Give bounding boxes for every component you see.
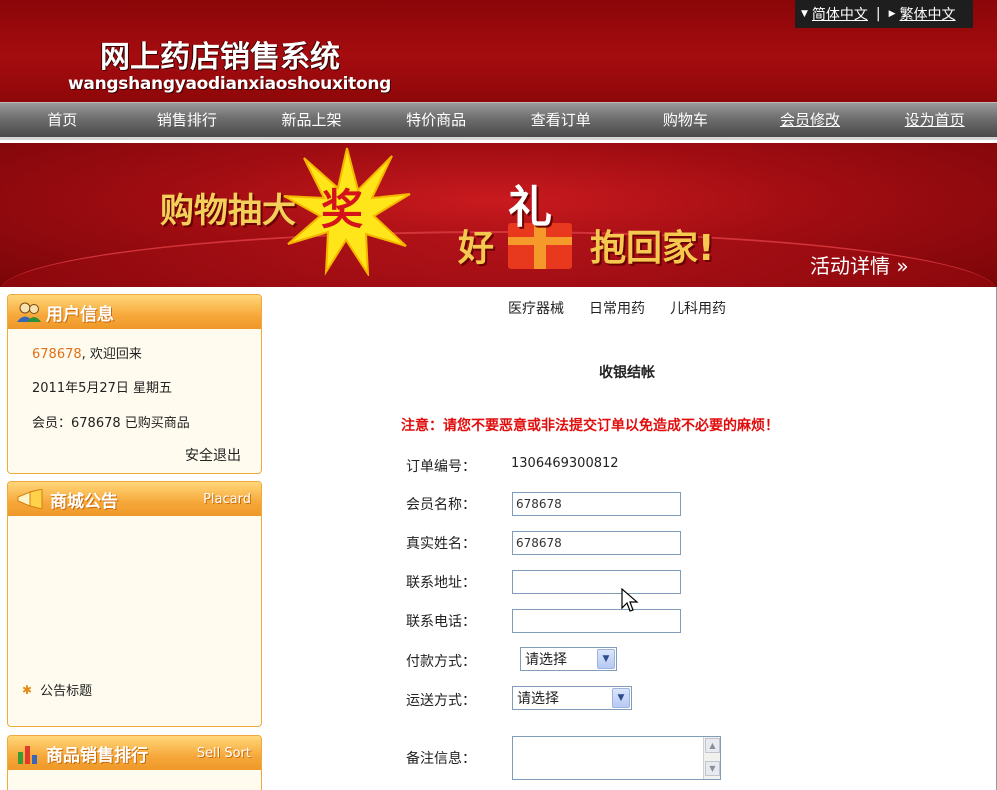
payment-label: 付款方式： — [406, 654, 476, 670]
shipping-select[interactable]: 请选择 ▼ — [512, 686, 632, 710]
banner-star-char: 奖 — [321, 185, 363, 234]
notice-item[interactable]: ✱ 公告标题 — [22, 680, 92, 700]
notice-title: 商城公告 — [50, 491, 118, 512]
scroll-down-icon[interactable]: ▼ — [705, 761, 720, 776]
category-links: 医疗器械 日常用药 儿科用药 — [508, 298, 726, 318]
date-line: 2011年5月27日 星期五 — [32, 381, 173, 396]
member-name-label: 会员名称： — [406, 497, 476, 513]
category-pediatric-medicine[interactable]: 儿科用药 — [670, 298, 726, 318]
payment-select-value: 请选择 — [525, 652, 567, 668]
language-separator: | — [875, 6, 881, 22]
site-title: 网上药店销售系统 — [100, 40, 340, 75]
shipping-select-value: 请选择 — [517, 691, 559, 707]
chevron-down-icon[interactable]: ▼ — [597, 649, 615, 669]
bar-chart-icon — [18, 746, 37, 764]
notice-subtitle: Placard — [203, 492, 251, 507]
payment-select[interactable]: 请选择 ▼ — [520, 647, 617, 671]
user-info-panel: 用户信息 678678, 欢迎回来 2011年5月27日 星期五 会员：6786… — [7, 294, 262, 474]
scroll-up-icon[interactable]: ▲ — [705, 738, 720, 753]
phone-input[interactable] — [512, 609, 681, 633]
shipping-label: 运送方式： — [406, 693, 476, 709]
remark-label: 备注信息： — [406, 751, 476, 767]
site-header: ▼ 简体中文 | ▶ 繁体中文 网上药店销售系统 wangshangyaodia… — [0, 0, 997, 102]
address-label: 联系地址： — [406, 575, 476, 591]
mouse-cursor-icon — [621, 588, 639, 612]
sales-rank-subtitle: Sell Sort — [196, 746, 251, 761]
burst-star-icon: 奖 — [283, 147, 411, 276]
banner-headline-1: 购物抽大 — [160, 191, 296, 231]
nav-member-edit[interactable]: 会员修改 — [748, 103, 873, 137]
remark-textarea[interactable]: ▲ ▼ — [512, 736, 721, 780]
site-pinyin: wangshangyaodianxiaoshouxitong — [68, 74, 392, 94]
order-no-value: 1306469300812 — [511, 456, 619, 471]
banner-gift-char: 礼 — [508, 182, 552, 233]
nav-set-homepage[interactable]: 设为首页 — [872, 103, 997, 137]
member-name-input[interactable] — [512, 492, 681, 516]
notice-header: 商城公告 Placard — [8, 482, 261, 516]
banner-detail-link[interactable]: 活动详情 » — [810, 250, 909, 279]
category-daily-medicine[interactable]: 日常用药 — [589, 298, 645, 318]
users-icon — [17, 302, 41, 322]
traditional-chinese-link[interactable]: 繁体中文 — [900, 4, 956, 24]
welcome-line: 678678, 欢迎回来 — [32, 343, 142, 362]
dropdown-triangle-icon: ▼ — [801, 9, 808, 19]
play-triangle-icon: ▶ — [888, 9, 896, 19]
sales-rank-title: 商品销售排行 — [46, 745, 148, 766]
remark-scrollbar[interactable]: ▲ ▼ — [703, 737, 720, 779]
main-nav: 首页 销售排行 新品上架 特价商品 查看订单 购物车 会员修改 设为首页 — [0, 102, 997, 140]
warning-notice: 注意：请您不要恶意或非法提交订单以免造成不必要的麻烦！ — [401, 418, 779, 434]
nav-sales-ranking[interactable]: 销售排行 — [125, 103, 250, 137]
user-info-title: 用户信息 — [46, 304, 114, 325]
phone-label: 联系电话： — [406, 614, 476, 630]
nav-new-products[interactable]: 新品上架 — [249, 103, 374, 137]
nav-view-orders[interactable]: 查看订单 — [499, 103, 624, 137]
checkout-title: 收银结帐 — [599, 365, 655, 381]
notice-item-title[interactable]: 公告标题 — [40, 680, 92, 699]
notice-panel: 商城公告 Placard ✱ 公告标题 — [7, 481, 262, 727]
sales-rank-header: 商品销售排行 Sell Sort — [8, 736, 261, 770]
megaphone-icon — [17, 489, 43, 509]
user-info-header: 用户信息 — [8, 295, 261, 329]
simplified-chinese-link[interactable]: 简体中文 — [812, 4, 868, 24]
promo-banner[interactable]: 奖 购物抽大 好 礼 抱回家! 活动详情 » — [0, 143, 997, 287]
category-medical-devices[interactable]: 医疗器械 — [508, 298, 564, 318]
banner-headline-2a: 好 — [458, 228, 495, 269]
nav-special-offers[interactable]: 特价商品 — [374, 103, 499, 137]
real-name-input[interactable] — [512, 531, 681, 555]
sales-rank-panel: 商品销售排行 Sell Sort — [7, 735, 262, 790]
language-bar: ▼ 简体中文 | ▶ 繁体中文 — [795, 0, 973, 28]
chevron-down-icon[interactable]: ▼ — [612, 688, 630, 708]
address-input[interactable] — [512, 570, 681, 594]
order-no-label: 订单编号： — [406, 459, 476, 475]
banner-headline-2b: 抱回家! — [590, 228, 715, 269]
username: 678678 — [32, 347, 82, 362]
logout-link[interactable]: 安全退出 — [185, 445, 241, 465]
welcome-text: , 欢迎回来 — [81, 347, 142, 362]
nav-shopping-cart[interactable]: 购物车 — [623, 103, 748, 137]
star-bullet-icon: ✱ — [22, 682, 33, 697]
member-line: 会员：678678 已购买商品 — [32, 416, 190, 431]
nav-home[interactable]: 首页 — [0, 103, 125, 137]
real-name-label: 真实姓名： — [406, 536, 476, 552]
